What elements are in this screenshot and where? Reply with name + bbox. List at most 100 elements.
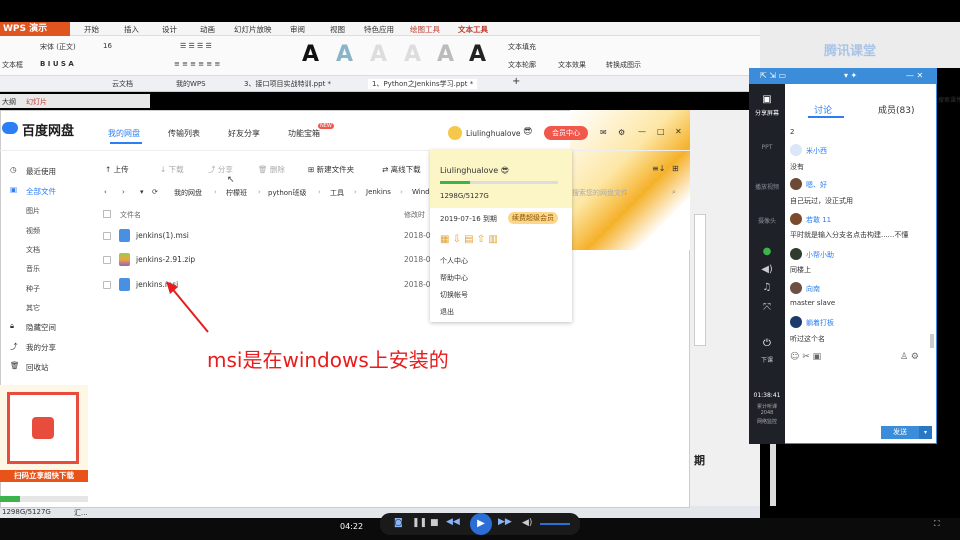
close-icon[interactable]: ✕ bbox=[675, 127, 682, 136]
upload-button[interactable]: ↑ 上传 bbox=[105, 164, 129, 175]
breadcrumb-tools[interactable]: 工具 bbox=[330, 188, 344, 198]
breadcrumb-jenkins[interactable]: Jenkins bbox=[366, 188, 391, 196]
play-video-label[interactable]: 播放视频 bbox=[753, 182, 781, 191]
chat-pin-icons[interactable]: ▾ ✦ bbox=[844, 71, 857, 80]
wps-side-tools[interactable] bbox=[694, 214, 706, 346]
sort-icon[interactable]: ≡↓ bbox=[652, 164, 665, 173]
menu-start[interactable]: 开始 bbox=[84, 24, 99, 35]
nav-toolbox[interactable]: 功能宝箱 bbox=[288, 128, 320, 139]
share-button[interactable]: ⤴ 分享 bbox=[208, 164, 233, 175]
menu-text-tools[interactable]: 文本工具 bbox=[458, 24, 488, 35]
sidebar-videos[interactable]: 视频 bbox=[26, 226, 40, 236]
file-name[interactable]: jenkins-2.91.zip bbox=[136, 255, 195, 264]
search-icon[interactable]: ⌕ bbox=[672, 188, 676, 197]
forward-icon[interactable]: › bbox=[122, 188, 125, 196]
dropdown-icon[interactable]: ▾ bbox=[140, 188, 144, 196]
nav-share[interactable]: 好友分享 bbox=[228, 128, 260, 139]
sidebar-docs[interactable]: 文档 bbox=[26, 245, 40, 255]
menu-design[interactable]: 设计 bbox=[162, 24, 177, 35]
tab-doc-jenkins[interactable]: 1、Python之Jenkins学习.ppt * bbox=[368, 79, 478, 89]
text-style-outline-icon[interactable]: A bbox=[370, 42, 387, 67]
chat-header-icons[interactable]: ⇱ ⇲ ▭ bbox=[760, 71, 786, 80]
speaker-icon[interactable]: ◀) bbox=[753, 264, 781, 275]
file-row[interactable]: jenkins.msi 2018-0 bbox=[100, 275, 440, 297]
menu-special[interactable]: 特色应用 bbox=[364, 24, 394, 35]
minimize-icon[interactable]: — bbox=[638, 127, 646, 136]
play-icon[interactable]: ▶ bbox=[470, 513, 492, 535]
sidebar-torrents[interactable]: 种子 bbox=[26, 284, 40, 294]
refresh-icon[interactable]: ⟳ bbox=[152, 188, 158, 196]
breadcrumb-lemon[interactable]: 柠檬班 bbox=[226, 188, 247, 198]
share-screen-label[interactable]: 分享屏幕 bbox=[753, 108, 781, 117]
format-icons[interactable]: B I U S A bbox=[40, 60, 74, 68]
tab-my-wps[interactable]: 我的WPS bbox=[176, 79, 206, 89]
popup-personal-center[interactable]: 个人中心 bbox=[440, 256, 468, 266]
message-icon[interactable]: ✉ bbox=[600, 128, 607, 137]
sidebar-recent[interactable]: 最近使用 bbox=[26, 166, 56, 177]
stop-icon[interactable]: ■ bbox=[430, 518, 439, 528]
text-outline-button[interactable]: 文本轮廓 bbox=[508, 60, 536, 70]
menu-animation[interactable]: 动画 bbox=[200, 24, 215, 35]
settings-icon[interactable]: ⚙ bbox=[618, 128, 625, 137]
sidebar-others[interactable]: 其它 bbox=[26, 303, 40, 313]
back-icon[interactable]: ‹ bbox=[104, 188, 107, 196]
popup-switch-account[interactable]: 切换帐号 bbox=[440, 290, 468, 300]
mic-icon[interactable]: ● bbox=[753, 246, 781, 257]
fullscreen-icon[interactable]: ⛶ bbox=[934, 519, 940, 529]
menu-slideshow[interactable]: 幻灯片放映 bbox=[234, 24, 272, 35]
logo-icon[interactable]: ◙ bbox=[394, 518, 403, 528]
menu-view[interactable]: 视图 bbox=[330, 24, 345, 35]
pause-icon[interactable]: ❚❚ bbox=[412, 518, 427, 528]
search-courseware[interactable]: 搜索课件 bbox=[938, 95, 960, 104]
text-box-button[interactable]: 文本框 bbox=[2, 60, 23, 70]
chat-sender[interactable]: 嗯、好 bbox=[806, 180, 827, 190]
popup-quick-icons[interactable]: ▦ ⇩ ▤ ⇧ ▥ bbox=[440, 234, 498, 245]
end-class-label[interactable]: 下课 bbox=[753, 355, 781, 364]
font-size-select[interactable]: 16 bbox=[103, 42, 112, 50]
text-style-gray-icon[interactable]: A bbox=[437, 42, 454, 67]
chat-sender[interactable]: 米小西 bbox=[806, 146, 827, 156]
col-date[interactable]: 修改时 bbox=[404, 210, 425, 220]
promo-text[interactable]: 扫码立享超快下载 bbox=[0, 470, 88, 482]
text-style-dark-icon[interactable]: A bbox=[469, 42, 486, 67]
sidebar-images[interactable]: 图片 bbox=[26, 206, 40, 216]
text-style-light-icon[interactable]: A bbox=[404, 42, 421, 67]
chat-sender[interactable]: 若敢 11 bbox=[806, 215, 831, 225]
file-row[interactable]: jenkins-2.91.zip 2018-0 bbox=[100, 250, 440, 272]
user-name[interactable]: Liulinghualove bbox=[466, 129, 521, 138]
new-folder-button[interactable]: ⊞ 新建文件夹 bbox=[308, 164, 354, 175]
rewind-icon[interactable]: ◀◀ bbox=[446, 517, 460, 527]
text-style-black-icon[interactable]: A bbox=[302, 42, 319, 67]
fast-forward-icon[interactable]: ▶▶ bbox=[498, 517, 512, 527]
menu-draw-tools[interactable]: 绘图工具 bbox=[410, 24, 440, 35]
add-tab-icon[interactable]: + bbox=[512, 76, 520, 87]
font-name-select[interactable]: 宋体 (正文) bbox=[40, 42, 76, 52]
popup-help-center[interactable]: 帮助中心 bbox=[440, 273, 468, 283]
tab-slides[interactable]: 幻灯片 bbox=[26, 97, 47, 107]
chat-settings-icons[interactable]: ♙ ⚙ bbox=[900, 352, 919, 362]
chat-input[interactable] bbox=[786, 366, 934, 422]
tab-outline[interactable]: 大纲 bbox=[2, 97, 16, 107]
expand-icon[interactable]: ⤧ bbox=[753, 302, 781, 313]
download-button[interactable]: ↓ 下载 bbox=[160, 164, 184, 175]
chat-window-controls[interactable]: — ✕ bbox=[906, 71, 923, 80]
sidebar-hidden[interactable]: 隐藏空间 bbox=[26, 322, 56, 333]
network-monitor[interactable]: 网络监控 bbox=[753, 418, 781, 425]
chat-sender[interactable]: 躺着打板 bbox=[806, 318, 834, 328]
file-row[interactable]: jenkins(1).msi 2018-0 bbox=[100, 226, 440, 248]
popup-logout[interactable]: 退出 bbox=[440, 307, 454, 317]
tab-cloud-docs[interactable]: 云文档 bbox=[112, 79, 133, 89]
maximize-icon[interactable]: □ bbox=[657, 127, 665, 136]
send-button[interactable]: 发送 bbox=[881, 426, 919, 439]
grid-view-icon[interactable]: ⊞ bbox=[672, 164, 679, 173]
tab-members[interactable]: 成员(83) bbox=[878, 103, 914, 116]
breadcrumb-windows[interactable]: Wind bbox=[412, 188, 430, 196]
sidebar-music[interactable]: 音乐 bbox=[26, 264, 40, 274]
col-name[interactable]: 文件名 bbox=[120, 210, 141, 220]
tab-discussion[interactable]: 讨论 bbox=[814, 103, 832, 116]
file-name[interactable]: jenkins(1).msi bbox=[136, 231, 189, 240]
menu-insert[interactable]: 插入 bbox=[124, 24, 139, 35]
breadcrumb-python[interactable]: python班级 bbox=[268, 188, 307, 198]
renew-vip-button[interactable]: 续费超级会员 bbox=[508, 212, 558, 224]
tab-doc-interface[interactable]: 3、接口项目实战特训.ppt * bbox=[244, 79, 331, 89]
